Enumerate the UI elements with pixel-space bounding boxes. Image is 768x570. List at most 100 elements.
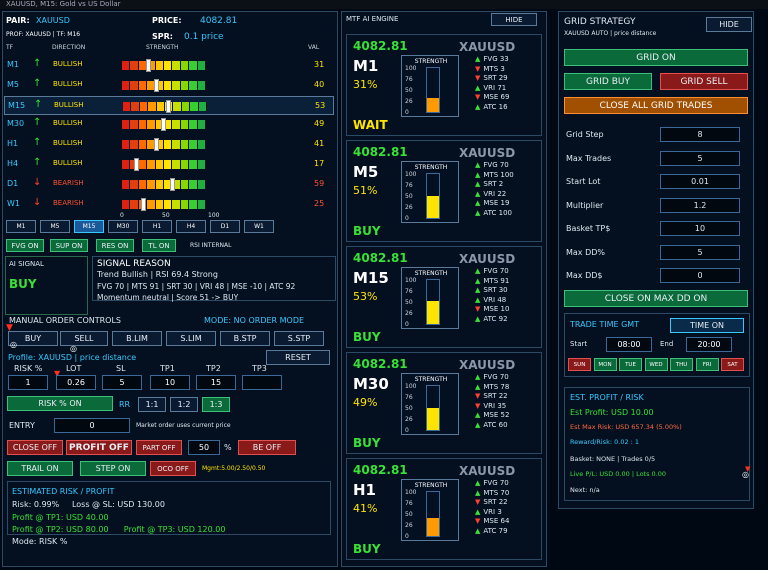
buy-limit-button[interactable]: B.LIM [112, 331, 162, 346]
mtf-percent: 53% [353, 290, 378, 303]
indicator-value: FVG 70 [483, 267, 509, 275]
indicator-value: SRT 22 [483, 392, 508, 400]
time-toggle[interactable]: TIME ON [670, 318, 744, 333]
day-button-sat[interactable]: SAT [721, 358, 744, 371]
step-on-button[interactable]: STEP ON [80, 461, 146, 476]
trend-direction: BULLISH [53, 79, 83, 88]
mtf-timeframe: H1 [353, 481, 376, 499]
rr-1-2[interactable]: 1:2 [170, 397, 198, 412]
sell-stop-button[interactable]: S.STP [274, 331, 324, 346]
day-button-mon[interactable]: MON [593, 358, 617, 371]
pair-value: XAUUSD [36, 16, 70, 25]
tf-button-d1[interactable]: D1 [210, 220, 240, 233]
close-off-button[interactable]: CLOSE OFF [7, 440, 63, 455]
strength-meter: STRENGTH 100 76 50 26 0 [401, 55, 459, 117]
day-button-thu[interactable]: THU [670, 358, 693, 371]
tf-button-m5[interactable]: M5 [40, 220, 70, 233]
entry-field[interactable]: 0 [54, 418, 130, 433]
reset-button[interactable]: RESET [266, 350, 330, 365]
part-field[interactable]: 50 [188, 440, 220, 455]
grid-field-input[interactable]: 10 [660, 221, 740, 236]
up-triangle-icon: ▲ [475, 267, 481, 275]
grid-buy-button[interactable]: GRID BUY [564, 73, 652, 90]
col-val: VAL [308, 44, 320, 51]
strength-label: STRENGTH [414, 58, 448, 65]
sell-limit-button[interactable]: S.LIM [166, 331, 216, 346]
indicator-row: ▲ MTS 100 [475, 171, 514, 181]
grid-field-input[interactable]: 8 [660, 127, 740, 142]
trend-row[interactable]: M30 ↑ BULLISH 49 [4, 115, 334, 134]
rr-1-1[interactable]: 1:1 [138, 397, 166, 412]
grid-field-input[interactable]: 5 [660, 244, 740, 260]
sup-toggle[interactable]: SUP ON [50, 239, 88, 252]
res-toggle[interactable]: RES ON [96, 239, 134, 252]
start-field[interactable]: 08:00 [606, 337, 652, 352]
strength-bar [426, 173, 440, 219]
trend-row[interactable]: D1 ↓ BEARISH 59 [4, 175, 334, 194]
trend-row[interactable]: M5 ↑ BULLISH 40 [4, 76, 334, 95]
trail-on-button[interactable]: TRAIL ON [7, 461, 73, 476]
indicator-row: ▲ ATC 79 [475, 527, 509, 537]
tf-button-h4[interactable]: H4 [176, 220, 206, 233]
trend-row[interactable]: M1 ↑ BULLISH 31 [4, 56, 334, 75]
pct-label: % [224, 443, 232, 452]
day-button-wed[interactable]: WED [644, 358, 668, 371]
tf-button-w1[interactable]: W1 [244, 220, 274, 233]
oco-off-button[interactable]: OCO OFF [150, 461, 196, 476]
trend-row[interactable]: H1 ↑ BULLISH 41 [4, 135, 334, 154]
mtf-symbol: XAUUSD [459, 252, 516, 266]
trend-row[interactable]: M15 ↑ BULLISH 53 [4, 95, 334, 115]
tf-button-m1[interactable]: M1 [6, 220, 36, 233]
tp1-field[interactable]: 10 [150, 375, 190, 390]
risk-pct-toggle[interactable]: RISK % ON [7, 396, 113, 411]
close-max-dd-button[interactable]: CLOSE ON MAX DD ON [564, 290, 748, 307]
indicator-value: ATC 100 [483, 208, 512, 217]
day-button-sun[interactable]: SUN [568, 358, 591, 371]
grid-field-input[interactable]: 5 [660, 150, 740, 166]
grid-hide-button[interactable]: HIDE [706, 17, 752, 32]
trend-tf: H1 [7, 139, 19, 149]
tf-button-m15[interactable]: M15 [74, 220, 104, 233]
lot-field[interactable]: 0.26 [56, 375, 96, 390]
tf-button-h1[interactable]: H1 [142, 220, 172, 233]
sell-button[interactable]: SELL [60, 331, 108, 346]
grid-on-button[interactable]: GRID ON [564, 49, 748, 66]
up-triangle-icon: ▲ [475, 411, 481, 419]
tp3-field[interactable] [242, 375, 282, 390]
tl-toggle[interactable]: TL ON [142, 239, 176, 252]
buy-stop-button[interactable]: B.STP [220, 331, 270, 346]
indicator-value: VRI 71 [483, 83, 507, 92]
profit-off-button[interactable]: PROFIT OFF [66, 440, 132, 455]
mtf-hide-button[interactable]: HIDE [491, 13, 537, 26]
spread-label: SPR: [152, 32, 173, 41]
part-off-button[interactable]: PART OFF [136, 440, 182, 455]
strength-gauge [122, 118, 207, 132]
trend-tf: D1 [7, 178, 19, 188]
grid-field-input[interactable]: 0 [660, 268, 740, 283]
mtf-price: 4082.81 [353, 251, 408, 265]
mtf-timeframe: M15 [353, 269, 389, 287]
day-button-tue[interactable]: TUE [619, 358, 642, 371]
indicator-row: ▲ ATC 16 [475, 103, 509, 113]
grid-field-input[interactable]: 1.2 [660, 197, 740, 213]
indicator-row: ▲ VRI 22 [475, 190, 514, 200]
rr-1-3[interactable]: 1:3 [202, 397, 230, 412]
fvg-toggle[interactable]: FVG ON [6, 239, 44, 252]
end-field[interactable]: 20:00 [686, 337, 732, 352]
trend-row[interactable]: W1 ↓ BEARISH 25 [4, 195, 334, 214]
indicator-value: FVG 33 [483, 55, 509, 63]
grid-sell-button[interactable]: GRID SELL [660, 73, 748, 90]
be-off-button[interactable]: BE OFF [238, 440, 296, 455]
grid-field-input[interactable]: 0.01 [660, 174, 740, 189]
trend-row[interactable]: H4 ↑ BULLISH 17 [4, 155, 334, 174]
tf-button-m30[interactable]: M30 [108, 220, 138, 233]
sl-field[interactable]: 5 [102, 375, 142, 390]
risk-field[interactable]: 1 [8, 375, 48, 390]
indicator-value: MTS 100 [483, 170, 514, 179]
indicator-row: ▼ SRT 22 [475, 392, 509, 402]
tp2-field[interactable]: 15 [196, 375, 236, 390]
day-button-fri[interactable]: FRI [695, 358, 719, 371]
up-triangle-icon: ▲ [475, 286, 481, 294]
close-all-grid-button[interactable]: CLOSE ALL GRID TRADES [564, 97, 748, 114]
strength-meter: STRENGTH 100 76 50 26 0 [401, 373, 459, 435]
